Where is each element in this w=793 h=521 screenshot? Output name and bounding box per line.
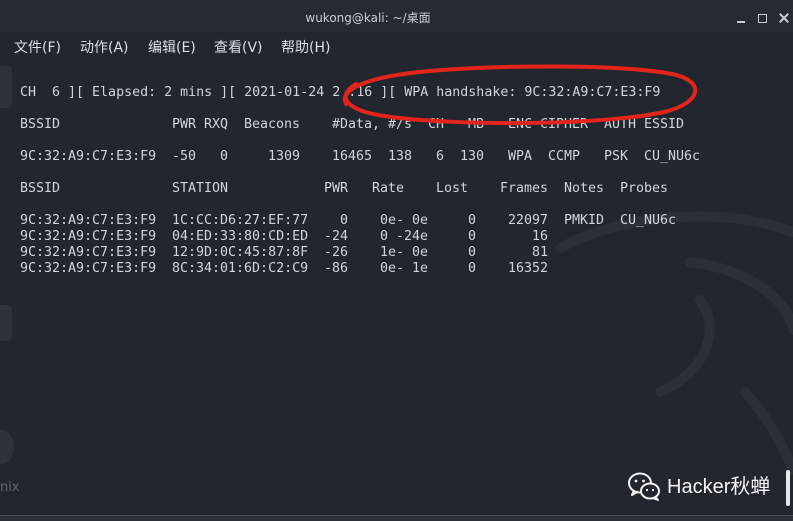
maximize-icon[interactable] [758,14,767,23]
ap-table-row: 9C:32:A9:C7:E3:F9 -50 0 1309 16465 138 6… [20,149,780,165]
station-cell-station: 12:9D:0C:45:87:8F [172,245,309,260]
station-cell-bssid: 9C:32:A9:C7:E3:F9 [20,229,157,244]
station-header-lost: Lost [436,181,469,196]
menu-help[interactable]: 帮助(H) [281,39,330,57]
status-line: CH 6 ][ Elapsed: 2 mins ][ 2021-01-24 2 … [20,85,661,100]
scrollbar-thumb[interactable] [786,470,790,506]
ap-cell-mb: 130 [460,149,485,164]
ap-cell-data: 16465 [332,149,373,164]
ap-header-rxq: RXQ [204,117,229,132]
ap-header-rate: #/s [388,117,413,132]
ap-header-data: #Data, [332,117,381,132]
ap-header-pwr: PWR [172,117,197,132]
station-cell-frames: 81 [531,245,548,260]
station-cell-lost: 0 [468,229,477,244]
station-header-probes: Probes [620,181,669,196]
station-table-row: 9C:32:A9:C7:E3:F9 04:ED:33:80:CD:ED -24 … [20,229,780,245]
ap-cell-channel: 6 [436,149,445,164]
ap-header-mb: MB [468,117,485,132]
menu-file[interactable]: 文件(F) [14,39,61,57]
title-bar[interactable]: wukong@kali: ~/桌面 [0,0,793,32]
minimize-icon[interactable] [737,21,745,23]
watermark-text: Hacker秋蝉 [667,476,771,498]
close-icon[interactable] [779,13,789,23]
ap-cell-essid: CU_NU6c [644,149,701,164]
ap-header-essid: ESSID [644,117,685,132]
ap-table-header: BSSID PWR RXQ Beacons #Data, #/s CH MB E… [20,117,780,133]
wechat-icon [628,472,660,501]
station-table-row: 9C:32:A9:C7:E3:F9 8C:34:01:6D:C2:C9 -86 … [20,261,780,277]
window-title: wukong@kali: ~/桌面 [305,11,431,25]
menu-view[interactable]: 查看(V) [214,39,263,57]
station-cell-frames: 22097 [507,213,548,228]
ap-header-beacons: Beacons [244,117,301,132]
station-cell-lost: 0 [468,245,477,260]
station-table-row: 9C:32:A9:C7:E3:F9 12:9D:0C:45:87:8F -26 … [20,245,780,261]
station-header-pwr: PWR [324,181,349,196]
ap-header-cipher: CIPHER [540,117,589,132]
ap-header-bssid: BSSID [20,117,61,132]
station-cell-pwr: 0 [339,213,348,228]
ap-cell-cipher: CCMP [548,149,581,164]
ap-cell-enc: WPA [508,149,533,164]
station-header-bssid: BSSID [20,181,61,196]
ap-cell-rxq: 0 [220,149,229,164]
station-header-station: STATION [172,181,229,196]
station-cell-bssid: 9C:32:A9:C7:E3:F9 [20,261,157,276]
window-bottom-edge [0,515,793,521]
station-cell-station: 04:ED:33:80:CD:ED [172,229,309,244]
station-table-header: BSSID STATION PWR Rate Lost Frames Notes… [20,181,780,197]
menu-edit[interactable]: 编辑(E) [148,39,196,57]
station-header-rate: Rate [372,181,405,196]
station-cell-bssid: 9C:32:A9:C7:E3:F9 [20,213,157,228]
station-header-notes: Notes [564,181,605,196]
station-header-frames: Frames [500,181,549,196]
ap-header-channel: CH [428,117,445,132]
ap-cell-auth: PSK [604,149,629,164]
station-cell-bssid: 9C:32:A9:C7:E3:F9 [20,245,157,260]
station-cell-station: 8C:34:01:6D:C2:C9 [172,261,309,276]
station-cell-pwr: -24 [324,229,349,244]
station-cell-lost: 0 [468,261,477,276]
station-cell-pwr: -86 [324,261,349,276]
ap-cell-pwr: -50 [172,149,197,164]
station-cell-lost: 0 [468,213,477,228]
station-cell-rate: 0e- 0e [380,213,429,228]
station-cell-probes: CU_NU6c [620,213,677,228]
station-cell-pwr: -26 [324,245,349,260]
station-cell-rate: 0e- 1e [380,261,429,276]
menu-actions[interactable]: 动作(A) [80,39,129,57]
station-table-row: 9C:32:A9:C7:E3:F9 1C:CC:D6:27:EF:77 0 0e… [20,213,780,229]
terminal-output[interactable]: CH 6 ][ Elapsed: 2 mins ][ 2021-01-24 2 … [0,62,793,514]
station-cell-frames: 16 [531,229,548,244]
menu-bar: 文件(F) 动作(A) 编辑(E) 查看(V) 帮助(H) [0,32,793,62]
station-cell-station: 1C:CC:D6:27:EF:77 [172,213,309,228]
ap-header-auth: AUTH [604,117,637,132]
station-cell-notes: PMKID [564,213,605,228]
station-cell-frames: 16352 [507,261,548,276]
ap-cell-bssid: 9C:32:A9:C7:E3:F9 [20,149,157,164]
ap-cell-rate: 138 [388,149,413,164]
station-cell-rate: 1e- 0e [380,245,429,260]
station-cell-rate: 0 -24e [380,229,429,244]
ap-cell-beacons: 1309 [268,149,301,164]
ap-header-enc: ENC [508,117,533,132]
